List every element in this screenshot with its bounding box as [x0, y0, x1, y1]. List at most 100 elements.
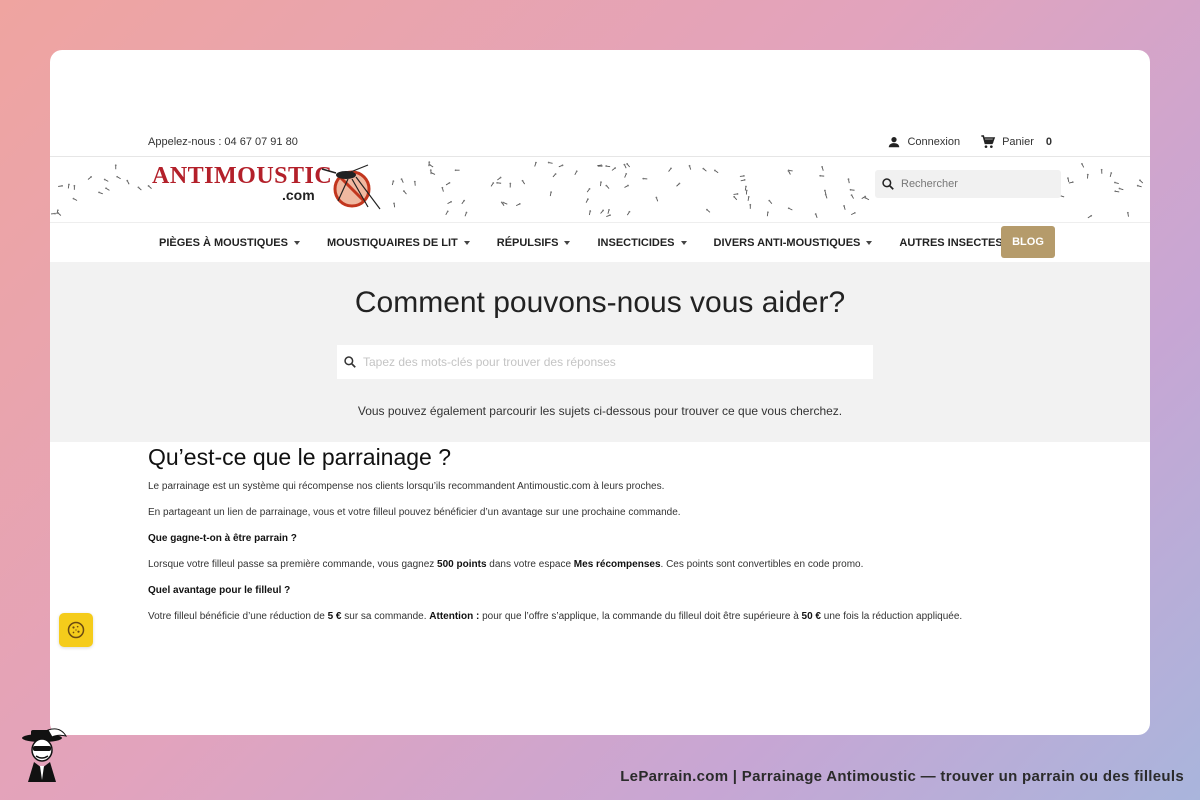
mosquito-mark: [1100, 168, 1103, 174]
article-paragraph: Le parrainage est un système qui récompe…: [148, 481, 665, 492]
nav-item-label: Répulsifs: [496, 236, 559, 249]
header-banner: ANTIMOUSTIC .com: [50, 156, 1150, 220]
caret-down-icon: [293, 240, 300, 245]
mosquito-mark: [676, 182, 681, 187]
mosquito-mark: [714, 169, 719, 174]
login-label: Connexion: [907, 136, 961, 148]
mosquito-mark: [787, 207, 793, 211]
nav-item-repulsifs[interactable]: Répulsifs: [497, 237, 571, 249]
faq-search[interactable]: [337, 345, 873, 379]
answer-bold: Attention :: [429, 611, 480, 622]
header-search-input[interactable]: [901, 178, 1051, 190]
mosquito-mark: [137, 186, 142, 191]
mosquito-mark: [768, 199, 773, 204]
mosquito-mark: [623, 163, 627, 169]
mosquito-mark: [400, 178, 404, 183]
answer-text: Votre filleul bénéficie d’une réduction …: [148, 611, 328, 622]
mosquito-mark: [626, 163, 631, 168]
mosquito-mark: [574, 170, 578, 176]
mosquito-mark: [461, 199, 466, 205]
caret-down-icon: [564, 240, 571, 245]
mosquito-mark: [864, 196, 870, 201]
site-logo[interactable]: ANTIMOUSTIC .com: [152, 161, 392, 217]
hero-subtitle: Vous pouvez également parcourir les suje…: [357, 404, 843, 418]
nav-item-pieges[interactable]: Pièges à moustiques: [159, 237, 300, 249]
header-search[interactable]: [875, 170, 1061, 198]
mosquito-mark: [740, 179, 746, 182]
mosquito-mark: [626, 210, 631, 216]
mosquito-mark: [441, 186, 444, 192]
topbar-actions: Connexion Panier 0: [887, 134, 1052, 150]
mosquito-mark: [607, 208, 610, 214]
nav-item-moustiquaires[interactable]: Moustiquaires de lit: [327, 237, 470, 249]
mosquito-mark: [585, 198, 589, 203]
mascot-icon: [22, 728, 68, 782]
nav-item-autres-insectes[interactable]: Autres insectes: [899, 237, 1015, 249]
caret-down-icon: [463, 240, 470, 245]
mosquito-mark: [552, 173, 557, 178]
answer-text: dans votre espace: [486, 559, 574, 570]
browser-card: Appelez-nous : 04 67 07 91 80 Connexion …: [50, 50, 1150, 735]
mosquito-mark: [1114, 190, 1120, 193]
mosquito-mark: [73, 184, 76, 190]
mosquito-mark: [624, 172, 628, 178]
login-link[interactable]: Connexion: [887, 135, 960, 149]
mosquito-mark: [490, 182, 495, 187]
caret-down-icon: [866, 240, 873, 245]
answer-text: sur sa commande.: [341, 611, 430, 622]
mosquito-mark: [766, 211, 769, 217]
mosquito-mark: [588, 210, 592, 216]
mosquito-mark: [600, 181, 602, 187]
mosquito-mark: [1086, 173, 1089, 179]
caret-down-icon: [680, 240, 687, 245]
mosquito-mark: [851, 212, 856, 216]
mosquito-mark: [642, 177, 648, 180]
mosquito-mark: [464, 211, 468, 217]
mosquito-mark: [586, 187, 591, 193]
article-question: Quel avantage pour le filleul ?: [148, 584, 1052, 597]
mosquito-mark: [126, 179, 130, 185]
mosquito-mark: [847, 178, 850, 184]
cookie-icon: [67, 621, 85, 639]
question-text: Que gagne-t-on à être parrain ?: [148, 533, 297, 544]
mosquito-mark: [605, 184, 610, 189]
cookie-button[interactable]: [59, 613, 93, 647]
question-text: Quel avantage pour le filleul ?: [148, 585, 291, 596]
cart-link[interactable]: Panier 0: [980, 134, 1052, 150]
mosquito-mark: [749, 203, 752, 209]
mosquito-mark: [688, 164, 692, 170]
answer-text: pour que l’offre s’applique, la commande…: [479, 611, 802, 622]
main-nav: Pièges à moustiques Moustiquaires de lit…: [50, 222, 1150, 262]
nav-item-insecticides[interactable]: Insecticides: [597, 237, 687, 249]
mosquito-mark: [502, 201, 508, 205]
mosquito-mark: [605, 165, 611, 168]
mosquito-mark: [814, 213, 818, 218]
mosquito-mark: [402, 190, 407, 195]
answer-bold: Mes récompenses: [573, 559, 661, 570]
logo-suffix: .com: [282, 187, 315, 203]
mosquito-mark: [57, 211, 62, 216]
footer-caption: LeParrain.com | Parrainage Antimoustic —…: [620, 768, 1184, 785]
cart-count: 0: [1045, 136, 1052, 148]
mosquito-mark: [600, 209, 605, 214]
nav-item-divers[interactable]: Divers anti-moustiques: [714, 237, 873, 249]
blog-button[interactable]: BLOG: [1001, 226, 1055, 258]
mosquito-mark: [1139, 179, 1144, 184]
hero-title: Comment pouvons-nous vous aider?: [354, 286, 846, 319]
faq-search-input[interactable]: [363, 355, 863, 369]
mosquito-mark: [1067, 177, 1070, 183]
mosquito-mark: [105, 187, 110, 191]
mosquito-mark: [547, 161, 553, 164]
mosquito-mark: [391, 180, 395, 186]
mosquito-mark: [114, 164, 117, 170]
answer-bold: 500 points: [437, 559, 487, 570]
mosquito-mark: [496, 181, 502, 184]
article-question: Que gagne-t-on à être parrain ?: [148, 532, 1052, 545]
mosquito-mark: [733, 195, 738, 201]
mosquito-mark: [393, 202, 396, 208]
mosquito-mark: [50, 212, 56, 215]
mosquito-mark: [103, 178, 109, 182]
phone-text: Appelez-nous : 04 67 07 91 80: [148, 136, 298, 148]
nav-item-label: Divers anti-moustiques: [713, 236, 861, 249]
mosquito-mark: [606, 214, 611, 217]
